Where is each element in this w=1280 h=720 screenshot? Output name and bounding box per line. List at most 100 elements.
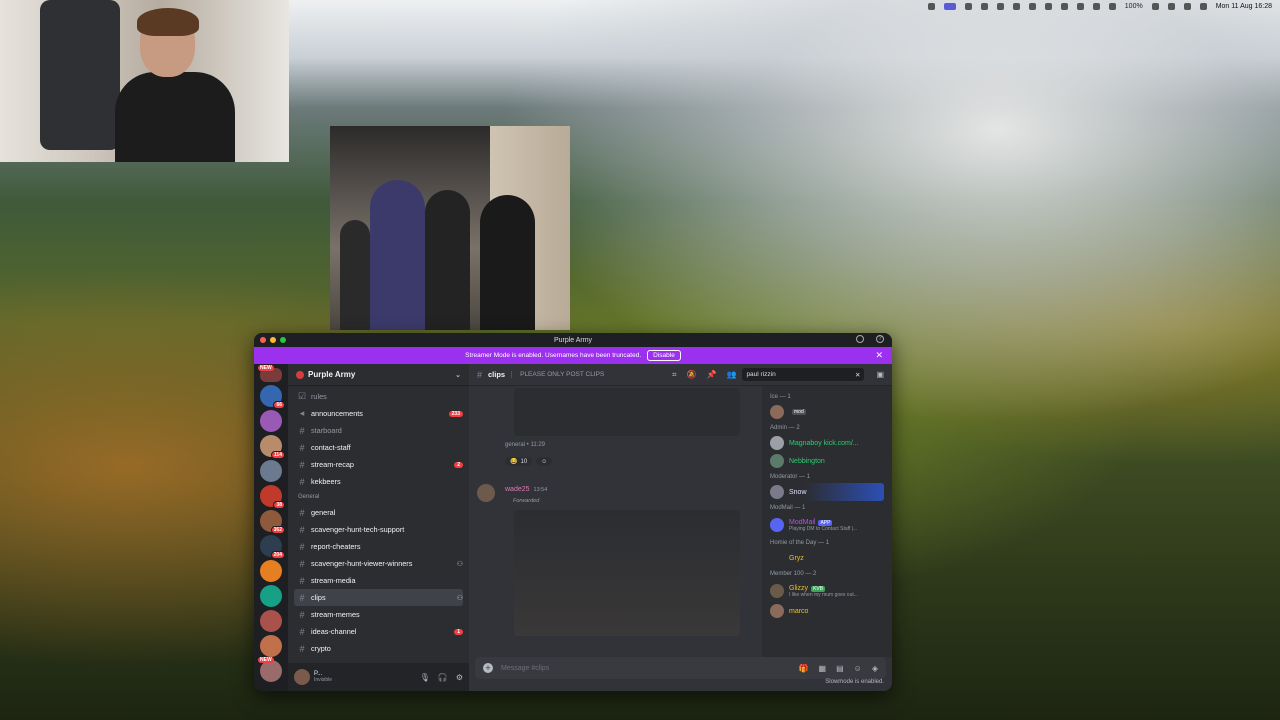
channel-stream-memes[interactable]: # stream-memes xyxy=(294,606,463,623)
channel-crypto[interactable]: # crypto xyxy=(294,640,463,657)
members-icon[interactable]: 👥 xyxy=(726,370,736,380)
channel-topic[interactable]: PLEASE ONLY POST CLIPS xyxy=(511,371,604,378)
app-icon[interactable] xyxy=(1076,2,1084,10)
headphones-icon[interactable]: 🎧 xyxy=(438,673,448,682)
category-general[interactable]: General xyxy=(294,490,463,504)
record-icon[interactable] xyxy=(980,2,988,10)
server-icon[interactable] xyxy=(260,410,282,432)
server-icon[interactable] xyxy=(260,560,282,582)
channel-clips[interactable]: # clips ⚇ xyxy=(294,589,463,606)
threads-icon[interactable]: ⌗ xyxy=(672,370,677,380)
app-icon[interactable] xyxy=(1092,2,1100,10)
server-icon[interactable]: 204 xyxy=(260,535,285,559)
channel-scavenger-hunt-tech-support[interactable]: # scavenger-hunt-tech-support xyxy=(294,521,463,538)
hash-icon: # xyxy=(299,626,305,637)
server-icon[interactable] xyxy=(260,635,282,657)
app-icon[interactable] xyxy=(996,2,1004,10)
hash-icon: # xyxy=(299,541,305,552)
member-item[interactable]: Magnaboy kick.com/... xyxy=(770,434,884,452)
channel-kekbeers[interactable]: # kekbeers xyxy=(294,473,463,490)
embedded-video[interactable] xyxy=(514,510,740,636)
channel-list: ☑ rules ◂ announcements 233 # starboard # con… xyxy=(288,386,469,663)
member-item[interactable]: Glizzy KVB I like when my mum goes out... xyxy=(770,580,884,602)
apps-icon[interactable]: ◈ xyxy=(872,664,878,673)
menubar-clock[interactable]: Mon 11 Aug 16:28 xyxy=(1216,3,1272,10)
battery-icon[interactable] xyxy=(1151,2,1159,10)
forwarded-source[interactable]: general • 11:29 xyxy=(505,442,545,448)
gift-icon[interactable]: 🎁 xyxy=(799,664,809,673)
channel-rules[interactable]: ☑ rules xyxy=(294,388,463,405)
add-member-icon[interactable]: ⚇ xyxy=(457,560,463,568)
server-icon[interactable]: 38 xyxy=(260,485,285,509)
author-name[interactable]: wade25 xyxy=(505,486,530,493)
server-icon[interactable] xyxy=(260,585,282,607)
user-status: Invisible xyxy=(314,677,333,683)
member-item[interactable]: Gryz xyxy=(770,549,884,567)
server-icon[interactable]: 66 xyxy=(260,385,285,409)
unread-badge: 1 xyxy=(454,628,463,635)
message-input[interactable]: Message #clips xyxy=(501,665,549,672)
server-icon[interactable] xyxy=(260,610,282,632)
avatar[interactable] xyxy=(477,484,495,502)
control-center-icon[interactable] xyxy=(1199,2,1207,10)
member-item[interactable]: mod xyxy=(770,403,884,421)
help-icon[interactable]: ? xyxy=(876,335,884,343)
inbox-icon[interactable] xyxy=(856,335,864,343)
avatar[interactable] xyxy=(294,669,310,685)
pin-icon[interactable]: 📌 xyxy=(707,370,717,380)
chat-header: # clips PLEASE ONLY POST CLIPS ⌗ 🔕 📌 👥 p… xyxy=(469,364,892,386)
member-group-label: Moderator — 1 xyxy=(770,474,811,480)
server-icon[interactable] xyxy=(258,657,282,682)
add-member-icon[interactable]: ⚇ xyxy=(457,594,463,602)
battery-percent[interactable]: 100% xyxy=(1125,3,1143,10)
channel-ideas-channel[interactable]: # ideas-channel 1 xyxy=(294,623,463,640)
screen-share-icon[interactable] xyxy=(943,2,956,10)
gif-icon[interactable]: ▦ xyxy=(819,664,827,673)
channel-starboard[interactable]: # starboard xyxy=(294,422,463,439)
macos-menubar: 100% Mon 11 Aug 16:28 xyxy=(290,0,1280,12)
bell-icon[interactable]: 🔕 xyxy=(687,370,697,380)
channel-contact-staff[interactable]: # contact-staff xyxy=(294,439,463,456)
guild-header[interactable]: Purple Army ⌄ xyxy=(288,364,469,386)
member-item[interactable]: Snow xyxy=(770,483,884,501)
channel-general[interactable]: # general xyxy=(294,504,463,521)
app-icon[interactable] xyxy=(964,2,972,10)
disable-streamer-mode-button[interactable]: Disable xyxy=(647,350,681,361)
reaction-pill[interactable]: 😂 10 xyxy=(505,457,533,466)
add-reaction-button[interactable]: ☺ xyxy=(536,457,553,466)
chevron-down-icon[interactable]: ⌄ xyxy=(455,371,461,379)
gmail-icon[interactable] xyxy=(1028,2,1036,10)
message-composer[interactable]: + Message #clips 🎁 ▦ ▤ ☺ ◈ xyxy=(475,657,886,679)
spotlight-icon[interactable] xyxy=(1183,2,1191,10)
unread-badge: 233 xyxy=(448,410,463,417)
emoji-icon[interactable]: ☺ xyxy=(854,664,862,673)
inbox-icon[interactable]: ▣ xyxy=(876,370,884,379)
close-icon[interactable]: ✕ xyxy=(855,371,860,379)
dropbox-icon[interactable] xyxy=(927,2,935,10)
member-item[interactable]: marco xyxy=(770,602,884,620)
channel-report-cheaters[interactable]: # report-cheaters xyxy=(294,538,463,555)
member-item[interactable]: Nebbington xyxy=(770,452,884,470)
close-icon[interactable]: ✕ xyxy=(875,350,883,361)
plus-icon[interactable]: + xyxy=(483,663,493,673)
server-icon[interactable]: 114 xyxy=(260,435,285,459)
app-icon[interactable] xyxy=(1108,2,1116,10)
app-icon[interactable] xyxy=(1044,2,1052,10)
search-input[interactable]: paul rizzin ✕ xyxy=(742,368,865,381)
channel-scavenger-hunt-viewer-winners[interactable]: # scavenger-hunt-viewer-winners ⚇ xyxy=(294,555,463,572)
microphone-icon[interactable]: 🎙 xyxy=(420,673,430,682)
channel-stream-media[interactable]: # stream-media xyxy=(294,572,463,589)
app-icon[interactable] xyxy=(1012,2,1020,10)
server-icon[interactable]: 362 xyxy=(260,510,285,534)
channel-announcements[interactable]: ◂ announcements 233 xyxy=(294,405,463,422)
server-icon[interactable] xyxy=(258,365,282,382)
server-icon[interactable] xyxy=(260,460,282,482)
member-item[interactable]: ModMail APP Playing DM to Contact Staff |… xyxy=(770,514,884,536)
sticker-icon[interactable]: ▤ xyxy=(836,664,844,673)
gear-icon[interactable]: ⚙ xyxy=(456,673,463,682)
app-icon[interactable] xyxy=(1060,2,1068,10)
wifi-icon[interactable] xyxy=(1167,2,1175,10)
channel-stream-recap[interactable]: # stream-recap 2 xyxy=(294,456,463,473)
embedded-video[interactable] xyxy=(514,388,740,436)
hash-icon: # xyxy=(299,507,305,518)
